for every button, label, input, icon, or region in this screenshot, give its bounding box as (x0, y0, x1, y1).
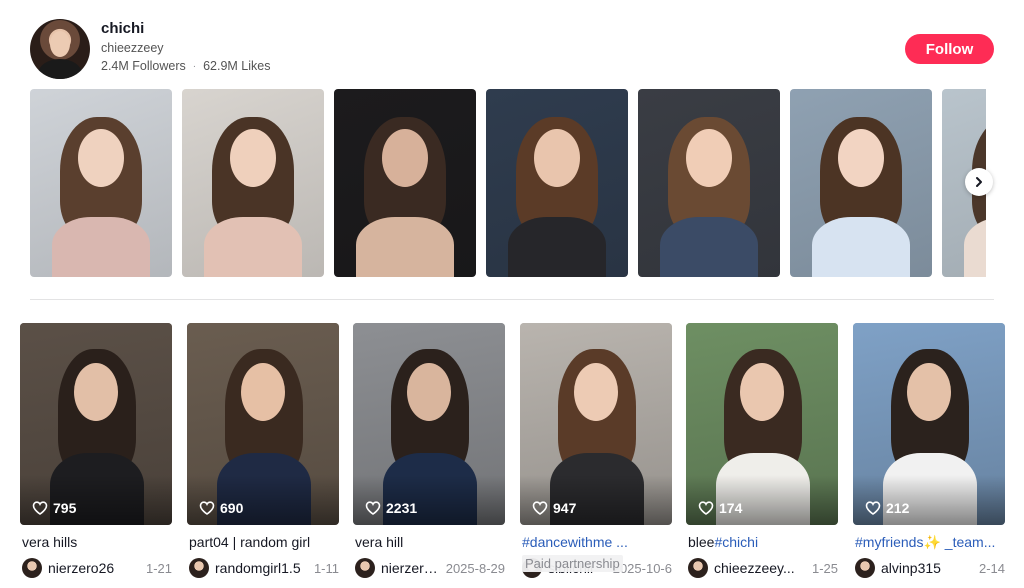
post-date: 1-11 (313, 560, 339, 576)
author-name[interactable]: chieezzeey... (714, 560, 795, 576)
video-caption[interactable]: #dancewithme ... (522, 534, 672, 550)
profile-stats: 2.4M Followers · 62.9M Likes (101, 59, 271, 73)
post-date: 2025-8-29 (445, 560, 505, 576)
like-count: 212 (865, 500, 909, 516)
like-count-value: 212 (886, 500, 910, 516)
caption-text: blee (688, 534, 715, 550)
video-card: 795 vera hills nierzero26 1-21 (20, 323, 172, 588)
video-author: chieezzeey... 1-25 (688, 558, 838, 578)
video-thumbnail[interactable]: 690 (187, 323, 339, 525)
profile-avatar[interactable] (30, 19, 90, 79)
video-card: 690 part04 | random girl randomgirl1.5 1-11 (187, 323, 339, 588)
like-count-value: 947 (553, 500, 577, 516)
section-divider (30, 299, 994, 300)
author-name[interactable]: nierzero26 (48, 560, 114, 576)
like-count: 174 (698, 500, 742, 516)
video-author: alvinp315 2-14 (855, 558, 1005, 578)
author-name[interactable]: alvinp315 (881, 560, 941, 576)
heart-icon (698, 501, 714, 515)
author-name[interactable]: randomgirl1.5 (215, 560, 301, 576)
video-caption[interactable]: vera hill (355, 534, 505, 550)
follow-button[interactable]: Follow (905, 34, 994, 64)
author-avatar[interactable] (189, 558, 209, 578)
followers-count: 2.4M Followers (101, 59, 186, 73)
chevron-right-icon (976, 177, 982, 187)
video-caption[interactable]: blee#chichi (688, 534, 838, 550)
like-count: 2231 (365, 500, 417, 516)
video-thumbnail[interactable]: 947 (520, 323, 672, 525)
separator-dot: · (192, 60, 197, 72)
caption-text: part04 | random girl (189, 534, 311, 550)
story-item[interactable] (334, 89, 476, 277)
caption-hashtag[interactable]: #myfriends✨ _team... (855, 534, 995, 550)
author-avatar[interactable] (355, 558, 375, 578)
carousel-next-button[interactable] (965, 168, 993, 196)
video-author: nierzero26 1-21 (22, 558, 172, 578)
author-avatar[interactable] (688, 558, 708, 578)
video-caption[interactable]: vera hills (22, 534, 172, 550)
reposts-carousel (30, 89, 986, 277)
video-author: nierzero26 2025-8-29 (355, 558, 505, 578)
likes-count: 62.9M Likes (203, 59, 271, 73)
post-date: 2-14 (978, 560, 1005, 576)
video-thumbnail[interactable]: 212 (853, 323, 1005, 525)
story-item[interactable] (182, 89, 324, 277)
post-date: 1-21 (145, 560, 172, 576)
paid-partnership-label: Paid partnership (522, 555, 623, 572)
video-thumbnail[interactable]: 174 (686, 323, 838, 525)
story-item[interactable] (486, 89, 628, 277)
profile-name[interactable]: chichi (101, 20, 144, 37)
video-card: 174 blee#chichi chieezzeey... 1-25 (686, 323, 838, 588)
video-caption[interactable]: #myfriends✨ _team... (855, 534, 1005, 551)
heart-icon (532, 501, 548, 515)
video-card: 212 #myfriends✨ _team... alvinp315 2-14 (853, 323, 1005, 588)
caption-text: vera hills (22, 534, 78, 550)
video-card: 947#dancewithme ...sibiichii2025-10-6 (520, 323, 672, 588)
like-count-value: 795 (53, 500, 77, 516)
caption-hashtag[interactable]: #dancewithme ... (522, 534, 628, 550)
caption-text: vera hill (355, 534, 404, 550)
story-item[interactable] (638, 89, 780, 277)
like-count: 795 (32, 500, 76, 516)
like-count: 947 (532, 500, 576, 516)
heart-icon (365, 501, 381, 515)
like-count-value: 2231 (386, 500, 418, 516)
profile-header: chichi chieezzeey 2.4M Followers · 62.9M… (30, 18, 994, 82)
like-count-value: 690 (220, 500, 244, 516)
story-item[interactable] (30, 89, 172, 277)
video-author: randomgirl1.5 1-11 (189, 558, 339, 578)
author-avatar[interactable] (22, 558, 42, 578)
video-thumbnail[interactable]: 795 (20, 323, 172, 525)
author-name[interactable]: nierzero26 (381, 560, 440, 576)
video-thumbnail[interactable]: 2231 (353, 323, 505, 525)
post-date: 1-25 (811, 560, 838, 576)
video-grid: 795 vera hills nierzero26 1-21 690 part04 | r… (20, 323, 1005, 588)
heart-icon (865, 501, 881, 515)
like-count: 690 (199, 500, 243, 516)
heart-icon (32, 501, 48, 515)
caption-hashtag[interactable]: #chichi (714, 534, 758, 550)
like-count-value: 174 (719, 500, 743, 516)
video-card: 2231 vera hill nierzero26 2025-8-29 (353, 323, 505, 588)
story-item[interactable] (790, 89, 932, 277)
heart-icon (199, 501, 215, 515)
video-caption[interactable]: part04 | random girl (189, 534, 339, 550)
author-avatar[interactable] (855, 558, 875, 578)
profile-handle: chieezzeey (101, 41, 164, 55)
